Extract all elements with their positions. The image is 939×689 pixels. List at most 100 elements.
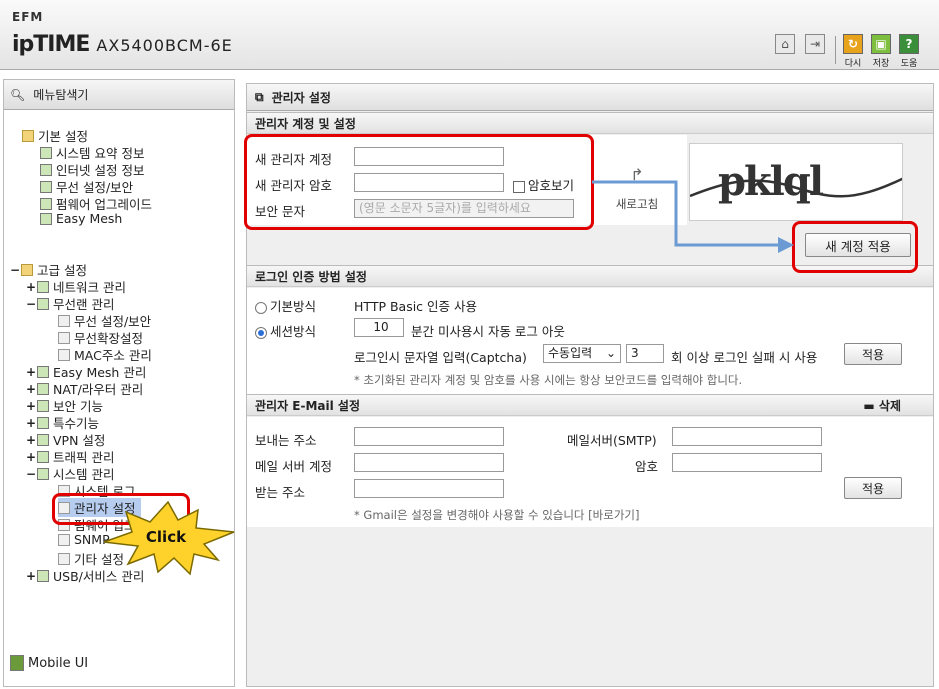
brand-logo: ipTIME AX5400BCM-6E [12,32,233,57]
mobile-ui-label: Mobile UI [28,655,89,671]
traffic-icon [37,450,49,463]
basic-auth-desc: HTTP Basic 인증 사용 [354,299,478,314]
search-icon: 🔍︎ [10,87,26,102]
highlight-box [792,221,918,273]
timeout-minutes-input[interactable]: 10 [354,318,404,337]
expand-icon: + [26,568,37,583]
section-title: 로그인 인증 방법 설정 [255,269,367,284]
menu-explorer-header: 🔍︎ 메뉴탐색기 [4,80,234,110]
timeout-desc: 분간 미사용시 자동 로그 아웃 [411,324,565,339]
section-title: 관리자 E-Mail 설정 [255,398,360,413]
to-address-label: 받는 주소 [255,485,305,500]
section-login: 기본방식 HTTP Basic 인증 사용 세션방식 10 분간 미사용시 자동… [247,288,933,396]
session-auth-radio[interactable]: 세션방식 [255,321,316,340]
arrow-annotation [592,180,794,253]
puzzle-icon [37,416,49,429]
lock-icon [37,399,49,412]
chart-icon [37,467,49,480]
section-title: 관리자 계정 및 설정 [255,116,356,131]
chart-icon [40,146,52,159]
page-icon [58,314,70,327]
page-icon [58,348,70,361]
page-title: 관리자 설정 [271,90,331,105]
mesh-icon [37,365,49,378]
page-title-bar: ⧉ 관리자 설정 [247,84,933,111]
router-icon [37,382,49,395]
help-icon: ? [899,34,919,54]
captcha-mode-select[interactable]: 수동입력 ⌄ [543,344,621,363]
model-name: AX5400BCM-6E [96,36,233,55]
expand-icon: + [26,398,37,413]
to-address-input[interactable] [354,479,504,498]
expand-icon: + [26,364,37,379]
page-icon [58,533,70,546]
delete-icon: ▬ [863,398,875,413]
chevron-down-icon: ⌄ [605,346,616,360]
fail-count-desc: 회 이상 로그인 실패 시 사용 [671,350,818,365]
vpn-icon [37,433,49,446]
help-label: 도움 [900,59,918,69]
globe-icon [40,163,52,176]
fail-count-input[interactable]: 3 [626,344,664,363]
restart-button[interactable]: ↻ 다시 [842,34,864,69]
smtp-server-input[interactable] [672,427,822,446]
collapse-icon: − [10,262,21,277]
expand-icon: + [26,415,37,430]
wifi-icon [37,297,49,310]
captcha-mode-label: 로그인시 문자열 입력(Captcha) [354,350,527,365]
divider [835,36,836,64]
tree-item-easy-mesh[interactable]: Easy Mesh [40,211,122,226]
session-auth-label: 세션방식 [270,324,317,339]
email-delete-button[interactable]: ▬ 삭제 [863,397,901,414]
logout-icon[interactable]: ⇥ [805,34,825,54]
highlight-box [244,134,594,230]
save-icon: ▣ [871,34,891,54]
home-icon[interactable]: ⌂ [775,34,795,54]
expand-icon: + [26,381,37,396]
mobile-icon [10,655,24,671]
section-email-header: 관리자 E-Mail 설정 ▬ 삭제 [247,394,933,416]
network-icon [37,280,49,293]
page-icon [58,552,70,565]
delete-label: 삭제 [878,398,901,413]
section-account-header: 관리자 계정 및 설정 [247,112,933,134]
expand-icon: + [26,432,37,447]
email-apply-button[interactable]: 적용 [844,477,902,499]
login-note: * 초기화된 관리자 계정 및 암호를 사용 시에는 항상 보안코드를 입력해야… [354,373,743,387]
from-address-input[interactable] [354,427,504,446]
tree-label: Easy Mesh [56,211,123,226]
mail-account-input[interactable] [354,453,504,472]
radio-icon [255,326,267,339]
wifi-icon [40,180,52,193]
login-apply-button[interactable]: 적용 [844,343,902,365]
collapse-icon: − [26,296,37,311]
callout-text: Click [146,528,187,546]
radio-icon [255,301,267,314]
from-address-label: 보내는 주소 [255,433,317,448]
brand-small-logo: EFM [12,10,44,24]
page-icon [58,331,70,344]
mail-password-input[interactable] [672,453,822,472]
window-icon: ⧉ [255,89,264,104]
collapse-icon: − [26,466,37,481]
menu-explorer-title: 메뉴탐색기 [33,88,89,102]
smtp-server-label: 메일서버(SMTP) [567,433,657,448]
click-callout: Click [103,500,235,576]
save-button[interactable]: ▣ 저장 [870,34,892,69]
help-button[interactable]: ? 도움 [898,34,920,69]
mail-account-label: 메일 서버 계정 [255,459,332,474]
section-email: 보내는 주소 메일서버(SMTP) 메일 서버 계정 암호 받는 주소 적용 *… [247,417,933,527]
upgrade-icon [40,197,52,210]
restart-icon: ↻ [843,34,863,54]
email-note: * Gmail은 설정을 변경해야 사용할 수 있습니다 [바로가기] [354,508,640,522]
mobile-ui-link[interactable]: Mobile UI [10,655,88,671]
folder-icon [22,129,34,142]
folder-icon [21,263,33,276]
captcha-mode-value: 수동입력 [548,346,593,360]
save-label: 저장 [872,59,890,69]
basic-auth-radio[interactable]: 기본방식 [255,296,316,315]
expand-icon: + [26,449,37,464]
menu-explorer: 🔍︎ 메뉴탐색기 기본 설정 시스템 요약 정보 인터넷 설정 정보 무선 설정/… [3,79,235,687]
top-header: EFM ipTIME AX5400BCM-6E ⌂ ⇥ ↻ 다시 ▣ 저장 ? 도움 [0,0,939,70]
basic-auth-label: 기본방식 [270,299,317,314]
